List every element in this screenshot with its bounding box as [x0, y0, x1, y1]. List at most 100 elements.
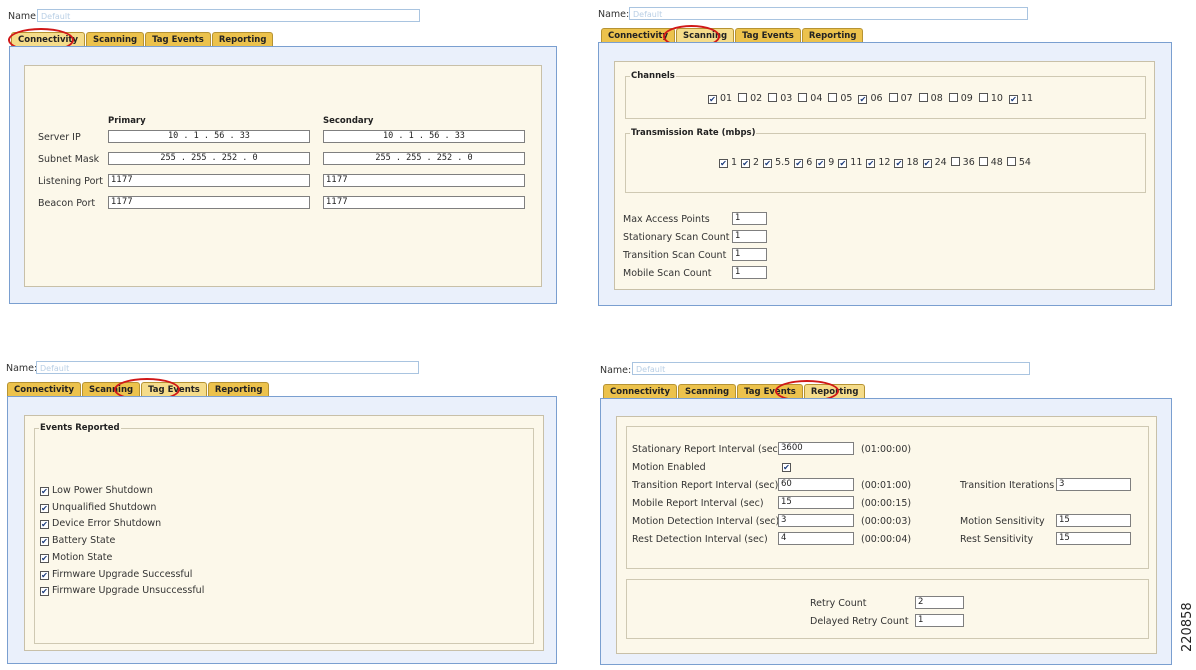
- rate-checkbox[interactable]: [1006, 157, 1016, 166]
- mobile-scan-count-input[interactable]: 1: [732, 266, 767, 279]
- event-checkbox[interactable]: ✔: [40, 587, 49, 597]
- primary-subnet-mask-input[interactable]: 255 . 255 . 252 . 0: [108, 152, 310, 165]
- rate-option[interactable]: ✔ 9: [816, 157, 834, 168]
- rate-checkbox[interactable]: ✔: [866, 159, 876, 168]
- event-option[interactable]: ✔ Device Error Shutdown: [40, 518, 161, 530]
- rate-option[interactable]: ✔ 1: [719, 157, 737, 168]
- tab-tag-events[interactable]: Tag Events: [141, 382, 207, 396]
- tab-tag-events[interactable]: Tag Events: [735, 28, 801, 42]
- secondary-server-ip-input[interactable]: 10 . 1 . 56 . 33: [323, 130, 525, 143]
- channel-checkbox[interactable]: [948, 93, 958, 102]
- tab-connectivity[interactable]: Connectivity: [603, 384, 678, 398]
- channel-option[interactable]: ✔ 11: [1008, 93, 1033, 104]
- primary-beacon-port-input[interactable]: 1177: [108, 196, 310, 209]
- event-checkbox[interactable]: ✔: [40, 503, 49, 513]
- secondary-listening-port-input[interactable]: 1177: [323, 174, 525, 187]
- secondary-beacon-port-input[interactable]: 1177: [323, 196, 525, 209]
- name-input[interactable]: Default: [36, 361, 419, 374]
- channel-checkbox[interactable]: [768, 93, 778, 102]
- rate-checkbox[interactable]: ✔: [763, 159, 773, 168]
- channel-option[interactable]: 09: [948, 93, 973, 104]
- rate-option[interactable]: ✔ 6: [794, 157, 812, 168]
- tab-tag-events[interactable]: Tag Events: [145, 32, 211, 46]
- channel-option[interactable]: 08: [918, 93, 943, 104]
- tab-reporting[interactable]: Reporting: [801, 28, 864, 42]
- rate-option[interactable]: ✔ 18: [894, 157, 919, 168]
- event-checkbox[interactable]: ✔: [40, 553, 49, 563]
- retry-count-input[interactable]: 2: [915, 596, 964, 609]
- rate-option[interactable]: ✔ 5.5: [763, 157, 790, 168]
- primary-listening-port-input[interactable]: 1177: [108, 174, 310, 187]
- tab-connectivity[interactable]: Connectivity: [601, 28, 676, 42]
- tab-connectivity[interactable]: Connectivity: [7, 382, 82, 396]
- event-option[interactable]: ✔ Unqualified Shutdown: [40, 502, 156, 513]
- max-access-points-input[interactable]: 1: [732, 212, 767, 225]
- channel-option[interactable]: 02: [738, 93, 762, 104]
- channel-option[interactable]: 07: [888, 93, 913, 104]
- channel-option[interactable]: 03: [768, 93, 792, 104]
- rest-sensitivity-input[interactable]: 15: [1056, 532, 1131, 545]
- primary-server-ip-input[interactable]: 10 . 1 . 56 . 33: [108, 130, 310, 143]
- channel-checkbox[interactable]: [828, 93, 838, 102]
- name-input[interactable]: Default: [632, 362, 1030, 375]
- channel-option[interactable]: ✔ 01: [708, 93, 732, 104]
- channel-checkbox[interactable]: [918, 93, 928, 102]
- rest-detection-interval-input[interactable]: 4: [778, 532, 854, 545]
- delayed-retry-count-input[interactable]: 1: [915, 614, 964, 627]
- rate-checkbox[interactable]: ✔: [894, 159, 904, 168]
- event-option[interactable]: ✔ Firmware Upgrade Unsuccessful: [40, 585, 204, 597]
- rate-checkbox[interactable]: ✔: [838, 159, 848, 168]
- tab-scanning[interactable]: Scanning: [678, 384, 737, 398]
- channel-checkbox[interactable]: [888, 93, 898, 102]
- event-checkbox[interactable]: ✔: [40, 487, 49, 496]
- transition-scan-count-input[interactable]: 1: [732, 248, 767, 261]
- channel-checkbox[interactable]: [738, 93, 748, 102]
- channel-checkbox[interactable]: [798, 93, 808, 102]
- rate-checkbox[interactable]: ✔: [719, 159, 728, 168]
- channel-checkbox[interactable]: ✔: [1008, 95, 1018, 104]
- tab-reporting[interactable]: Reporting: [803, 384, 866, 398]
- stationary-scan-count-input[interactable]: 1: [732, 230, 767, 243]
- event-option[interactable]: ✔ Firmware Upgrade Successful: [40, 569, 192, 580]
- tab-connectivity[interactable]: Connectivity: [11, 32, 86, 46]
- stationary-report-interval-input[interactable]: 3600: [778, 442, 854, 455]
- channel-checkbox[interactable]: [978, 93, 988, 102]
- secondary-subnet-mask-input[interactable]: 255 . 255 . 252 . 0: [323, 152, 525, 165]
- rate-checkbox[interactable]: [950, 157, 960, 166]
- channel-option[interactable]: 10: [978, 93, 1003, 104]
- rate-checkbox[interactable]: ✔: [816, 159, 826, 168]
- rate-option[interactable]: 48: [978, 157, 1003, 168]
- name-input[interactable]: Default: [629, 7, 1028, 20]
- channel-checkbox[interactable]: ✔: [708, 95, 717, 104]
- tab-scanning[interactable]: Scanning: [82, 382, 141, 396]
- motion-detection-interval-input[interactable]: 3: [778, 514, 854, 527]
- rate-checkbox[interactable]: ✔: [922, 159, 932, 168]
- rate-checkbox[interactable]: [978, 157, 988, 166]
- event-checkbox[interactable]: ✔: [40, 520, 49, 530]
- tab-reporting[interactable]: Reporting: [207, 382, 270, 396]
- rate-checkbox[interactable]: ✔: [741, 159, 751, 168]
- rate-option[interactable]: ✔ 24: [922, 157, 947, 168]
- channel-option[interactable]: 04: [798, 93, 822, 104]
- tab-scanning[interactable]: Scanning: [86, 32, 145, 46]
- rate-checkbox[interactable]: ✔: [794, 159, 804, 168]
- transition-report-interval-input[interactable]: 60: [778, 478, 854, 491]
- rate-option[interactable]: 54: [1006, 157, 1031, 168]
- mobile-report-interval-input[interactable]: 15: [778, 496, 854, 509]
- event-option[interactable]: ✔ Low Power Shutdown: [40, 485, 153, 496]
- event-checkbox[interactable]: ✔: [40, 570, 49, 580]
- motion-sensitivity-input[interactable]: 15: [1056, 514, 1131, 527]
- rate-option[interactable]: ✔ 2: [741, 157, 759, 168]
- motion-enabled-checkbox[interactable]: ✔: [782, 463, 791, 472]
- name-input[interactable]: Default: [37, 9, 420, 22]
- transition-iterations-input[interactable]: 3: [1056, 478, 1131, 491]
- event-option[interactable]: ✔ Battery State: [40, 535, 115, 547]
- tab-scanning[interactable]: Scanning: [676, 28, 735, 42]
- rate-option[interactable]: ✔ 12: [866, 157, 890, 168]
- rate-option[interactable]: ✔ 11: [838, 157, 862, 168]
- tab-reporting[interactable]: Reporting: [211, 32, 274, 46]
- event-option[interactable]: ✔ Motion State: [40, 552, 112, 563]
- channel-option[interactable]: 05: [828, 93, 852, 104]
- channel-checkbox[interactable]: ✔: [858, 95, 868, 104]
- channel-option[interactable]: ✔ 06: [858, 93, 883, 104]
